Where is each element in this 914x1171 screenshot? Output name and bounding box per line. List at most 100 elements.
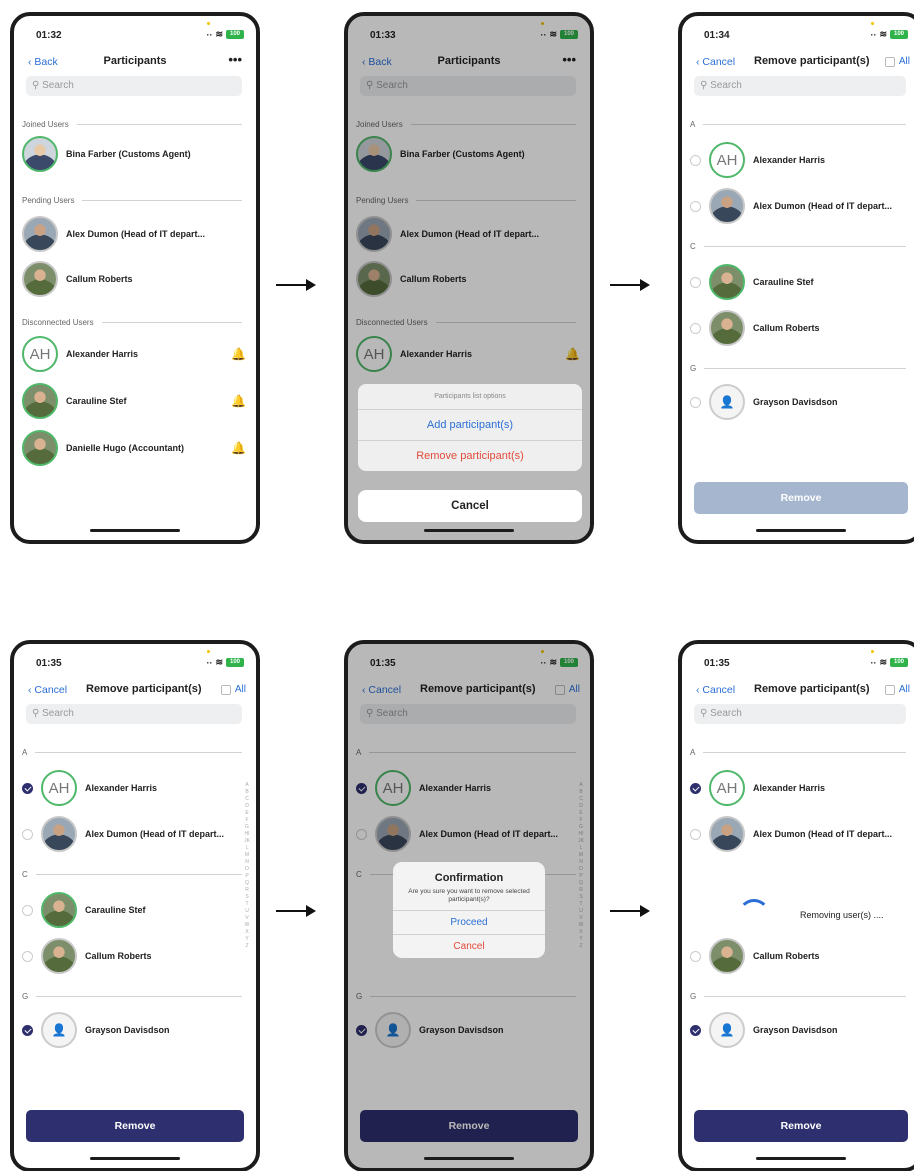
cancel-button[interactable]: ‹ Cancel — [696, 56, 735, 68]
select-radio[interactable] — [690, 396, 701, 408]
select-all-toggle[interactable]: All — [220, 684, 246, 695]
wifi-icon: ≋ — [879, 657, 887, 667]
cancel-button[interactable]: ‹ Cancel — [696, 684, 735, 696]
select-radio[interactable] — [690, 322, 701, 334]
participant-row[interactable]: Bina Farber (Customs Agent) — [22, 134, 246, 174]
nav-bar: ‹ Cancel Remove participant(s) All — [692, 682, 910, 702]
cancel-button[interactable]: ‹ Cancel — [28, 684, 67, 696]
search-icon: ⚲ — [32, 708, 40, 719]
remove-button[interactable]: Remove — [26, 1110, 244, 1142]
participant-row[interactable]: Callum Roberts — [22, 259, 246, 299]
more-options-icon[interactable]: ••• — [228, 52, 242, 67]
selectable-row[interactable]: AH Alexander Harris — [690, 768, 910, 808]
proceed-button[interactable]: Proceed — [393, 910, 545, 934]
avatar — [41, 816, 77, 852]
status-bar: 01:35 ·· ≋ 100 — [30, 650, 244, 672]
remove-participants-option[interactable]: Remove participant(s) — [358, 441, 582, 471]
flow-canvas: 01:32 ·· ≋ 100 ‹ Back Participants ••• ⚲… — [0, 0, 914, 1171]
select-radio-checked[interactable] — [22, 782, 33, 794]
selectable-row[interactable]: 👤 Grayson Davisdson — [690, 1010, 910, 1050]
selectable-row[interactable]: Alex Dumon (Head of IT depart... — [690, 186, 910, 226]
selectable-row[interactable]: 👤 Grayson Davisdson — [22, 1010, 246, 1050]
select-all-checkbox[interactable] — [884, 56, 895, 67]
select-radio-checked[interactable] — [690, 1024, 701, 1036]
participant-name: Alexander Harris — [753, 155, 826, 165]
select-all-toggle[interactable]: All — [884, 684, 910, 695]
participant-row[interactable]: AH Alexander Harris 🔔 — [22, 334, 246, 374]
select-radio-checked[interactable] — [690, 782, 701, 794]
selectable-row[interactable]: Callum Roberts — [22, 936, 246, 976]
section-header-disconnected: Disconnected Users — [22, 318, 242, 327]
selectable-row[interactable]: 👤 Grayson Davisdson — [690, 382, 910, 422]
selectable-row[interactable]: Alex Dumon (Head of IT depart... — [22, 814, 246, 854]
dialog-cancel-button[interactable]: Cancel — [393, 934, 545, 958]
status-time: 01:35 — [36, 658, 62, 669]
battery-icon: 100 — [890, 658, 908, 667]
home-indicator — [90, 529, 180, 532]
select-radio-checked[interactable] — [22, 1024, 33, 1036]
selectable-row[interactable]: Carauline Stef — [690, 262, 910, 302]
home-indicator — [90, 1157, 180, 1160]
status-time: 01:35 — [704, 658, 730, 669]
participant-row[interactable]: Carauline Stef 🔔 — [22, 381, 246, 421]
select-all-toggle[interactable]: All — [884, 56, 910, 67]
signal-wifi-battery: ·· ≋ 100 — [206, 657, 244, 668]
select-radio[interactable] — [690, 276, 701, 288]
action-sheet-cancel-button[interactable]: Cancel — [358, 490, 582, 522]
select-radio[interactable] — [690, 200, 701, 212]
avatar — [41, 892, 77, 928]
avatar — [709, 310, 745, 346]
select-all-checkbox[interactable] — [220, 684, 231, 695]
section-letter: A — [690, 748, 906, 757]
home-indicator — [424, 1157, 514, 1160]
flow-arrow — [276, 905, 316, 917]
selectable-row[interactable]: Carauline Stef — [22, 890, 246, 930]
remove-button[interactable]: Remove — [694, 482, 908, 514]
battery-icon: 100 — [226, 30, 244, 39]
search-input[interactable]: ⚲ Search — [26, 76, 242, 96]
section-letter: G — [22, 992, 242, 1001]
avatar-initials: AH — [41, 770, 77, 806]
selectable-row[interactable]: Alex Dumon (Head of IT depart... — [690, 814, 910, 854]
participant-name: Alex Dumon (Head of IT depart... — [753, 201, 893, 211]
select-radio[interactable] — [690, 154, 701, 166]
participant-name: Danielle Hugo (Accountant) — [66, 443, 185, 453]
select-radio[interactable] — [22, 904, 33, 916]
selectable-row[interactable]: AH Alexander Harris — [690, 140, 910, 180]
battery-icon: 100 — [226, 658, 244, 667]
phone-screen-options-sheet: 01:33 ·· ≋ 100 ‹ Back Participants ••• ⚲… — [344, 12, 594, 544]
select-radio[interactable] — [690, 950, 701, 962]
participant-name: Alex Dumon (Head of IT depart... — [85, 829, 225, 839]
participant-name: Alex Dumon (Head of IT depart... — [66, 229, 206, 239]
select-all-checkbox[interactable] — [884, 684, 895, 695]
notify-bell-icon[interactable]: 🔔 — [231, 394, 246, 408]
avatar — [41, 938, 77, 974]
avatar-initials: AH — [709, 142, 745, 178]
participant-row[interactable]: Alex Dumon (Head of IT depart... — [22, 214, 246, 254]
alphabet-index[interactable]: ABCDEFGHIJKLMNOPQRSTUVWXYZ — [244, 782, 250, 950]
participant-name: Alexander Harris — [66, 349, 139, 359]
wifi-icon: ≋ — [879, 29, 887, 39]
search-input[interactable]: ⚲ Search — [26, 704, 242, 724]
participant-name: Bina Farber (Customs Agent) — [66, 149, 191, 159]
select-radio[interactable] — [22, 828, 33, 840]
select-radio[interactable] — [690, 828, 701, 840]
selectable-row[interactable]: Callum Roberts — [690, 308, 910, 348]
notify-bell-icon[interactable]: 🔔 — [231, 441, 246, 455]
participant-row[interactable]: Danielle Hugo (Accountant) 🔔 — [22, 428, 246, 468]
selectable-row[interactable]: AH Alexander Harris — [22, 768, 246, 808]
participant-name: Callum Roberts — [85, 951, 152, 961]
search-input[interactable]: ⚲ Search — [694, 704, 906, 724]
notify-bell-icon[interactable]: 🔔 — [231, 347, 246, 361]
participant-name: Grayson Davisdson — [85, 1025, 170, 1035]
add-participants-option[interactable]: Add participant(s) — [358, 410, 582, 441]
dialog-title: Confirmation — [434, 872, 504, 884]
selectable-row[interactable]: Callum Roberts — [690, 936, 910, 976]
remove-button[interactable]: Remove — [694, 1110, 908, 1142]
search-icon: ⚲ — [32, 80, 40, 91]
participant-name: Alexander Harris — [753, 783, 826, 793]
search-input[interactable]: ⚲ Search — [694, 76, 906, 96]
indicator-dot — [207, 22, 210, 25]
select-radio[interactable] — [22, 950, 33, 962]
indicator-dot — [207, 650, 210, 653]
